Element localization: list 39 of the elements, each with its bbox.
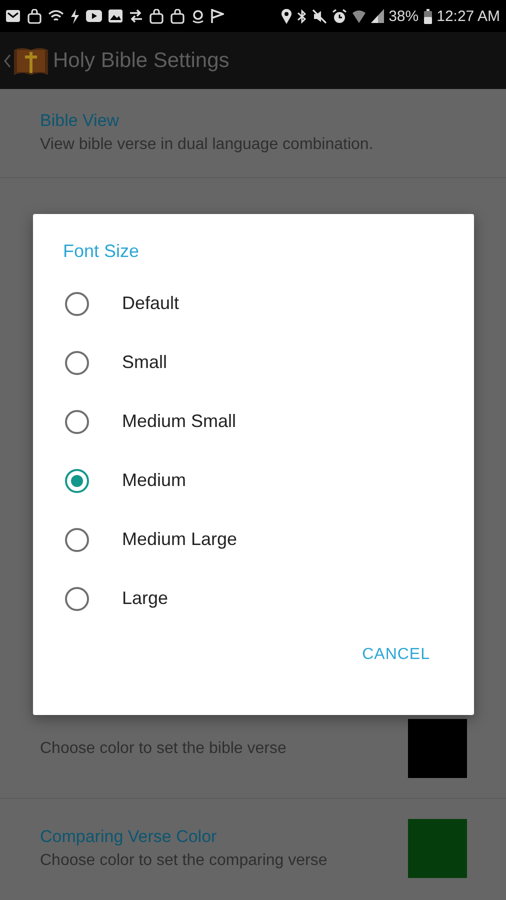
radio-option[interactable]: Large bbox=[33, 569, 474, 628]
radio-option[interactable]: Default bbox=[33, 274, 474, 333]
option-label: Large bbox=[122, 588, 168, 609]
screen-title: Holy Bible Settings bbox=[53, 48, 230, 72]
battery-percent: 38% bbox=[388, 8, 419, 24]
book-cross-icon bbox=[13, 46, 49, 76]
setting-title: Bible View bbox=[40, 110, 120, 132]
alarm-icon bbox=[332, 8, 347, 24]
option-label: Medium Large bbox=[122, 529, 238, 550]
radio-option[interactable]: Medium Large bbox=[33, 510, 474, 569]
bag-icon bbox=[149, 8, 164, 24]
back-button[interactable] bbox=[4, 46, 49, 76]
image-icon bbox=[108, 9, 123, 23]
option-label: Small bbox=[122, 352, 168, 373]
battery-icon bbox=[424, 8, 432, 24]
option-label: Default bbox=[122, 293, 180, 314]
wifi-icon bbox=[48, 9, 64, 23]
bag-icon bbox=[27, 8, 42, 24]
flag-icon bbox=[211, 9, 224, 23]
bolt-icon bbox=[70, 8, 80, 24]
back-chevron-icon bbox=[4, 54, 11, 68]
radio-option[interactable]: Medium Small bbox=[33, 392, 474, 451]
option-label: Medium Small bbox=[122, 411, 236, 432]
setting-title: Comparing Verse Color bbox=[40, 826, 218, 848]
radio-option[interactable]: Small bbox=[33, 333, 474, 392]
clock-time: 12:27 AM bbox=[436, 8, 500, 24]
mail-icon bbox=[5, 9, 21, 23]
setting-summary: View bible verse in dual language combination. bbox=[40, 135, 374, 155]
video-play-icon bbox=[86, 10, 102, 22]
location-pin-icon bbox=[280, 8, 292, 24]
option-label: Medium bbox=[122, 470, 186, 491]
mute-icon bbox=[312, 8, 327, 24]
bluetooth-icon bbox=[296, 8, 307, 24]
dialog-title: Font Size bbox=[63, 240, 140, 263]
radio-option[interactable]: Medium bbox=[33, 451, 474, 510]
bag-icon bbox=[170, 8, 185, 24]
arrows-icon bbox=[129, 9, 143, 23]
signal-icon bbox=[370, 9, 384, 23]
wifi-icon bbox=[352, 8, 366, 24]
